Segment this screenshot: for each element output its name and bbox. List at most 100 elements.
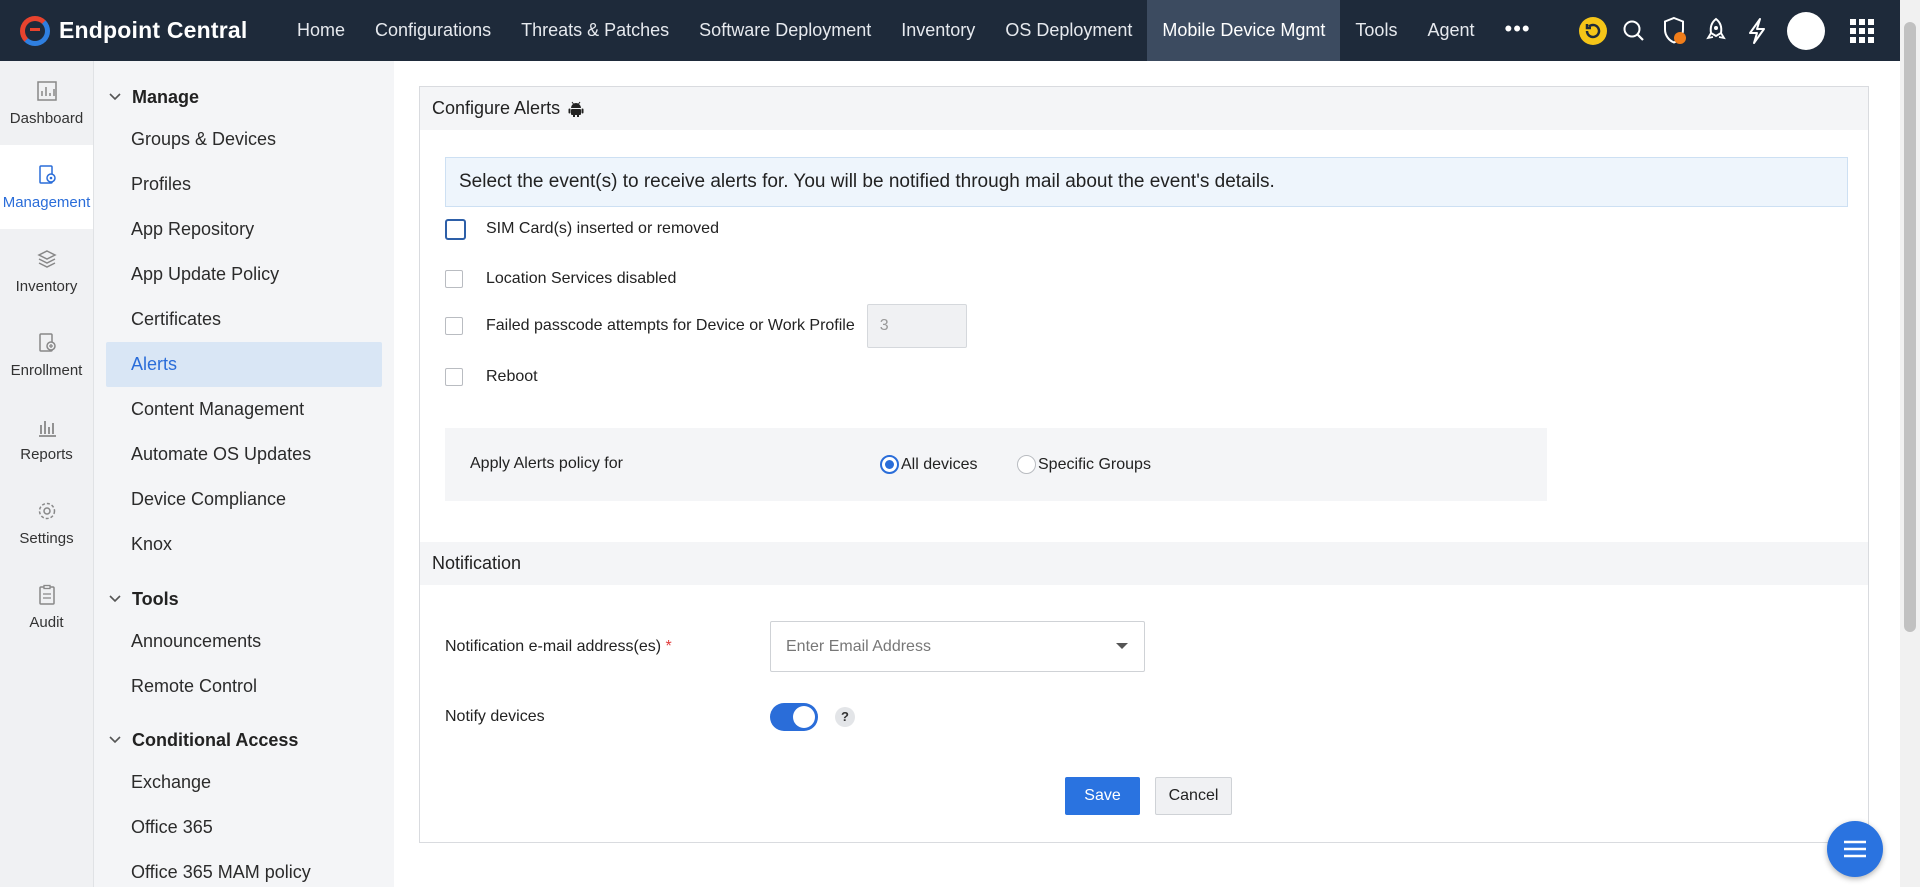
left-icon-rail: Dashboard Management Inventory Enrollmen…	[0, 61, 94, 887]
gear-icon	[38, 502, 55, 519]
sim-card-checkbox[interactable]	[445, 218, 466, 240]
label-text: Notification e-mail address(es)	[445, 638, 662, 655]
sidebar-item-office-365[interactable]: Office 365	[106, 805, 382, 850]
rail-item-reports[interactable]: Reports	[0, 397, 93, 481]
section-title: Conditional Access	[132, 729, 299, 750]
sidebar-item-knox[interactable]: Knox	[106, 522, 382, 567]
sidebar-item-announcements[interactable]: Announcements	[106, 619, 382, 664]
page-scrollbar[interactable]	[1900, 0, 1920, 887]
radio-label: Specific Groups	[1038, 455, 1151, 473]
rail-item-management[interactable]: Management	[0, 145, 93, 229]
brand-name: Endpoint Central	[59, 17, 248, 43]
event-label: Failed passcode attempts for Device or W…	[486, 317, 855, 334]
nav-threats-patches[interactable]: Threats & Patches	[506, 0, 684, 61]
failed-passcode-checkbox[interactable]	[445, 317, 463, 335]
sidebar-item-certificates[interactable]: Certificates	[106, 297, 382, 342]
sidebar-item-automate-os-updates[interactable]: Automate OS Updates	[106, 432, 382, 477]
management-icon	[38, 164, 56, 184]
reboot-checkbox[interactable]	[445, 368, 463, 386]
sidebar-item-app-repository[interactable]: App Repository	[106, 207, 382, 252]
rail-label: Reports	[20, 445, 73, 463]
refresh-badge-icon[interactable]	[1573, 11, 1613, 51]
rail-item-enrollment[interactable]: Enrollment	[0, 313, 93, 397]
radio-all-devices[interactable]: All devices	[880, 455, 977, 474]
radio-button[interactable]	[1017, 455, 1036, 474]
event-label: Reboot	[486, 368, 538, 385]
rail-item-dashboard[interactable]: Dashboard	[0, 61, 93, 145]
sidebar-item-office-365-mam-policy[interactable]: Office 365 MAM policy	[106, 850, 382, 887]
nav-configurations[interactable]: Configurations	[360, 0, 506, 61]
layers-icon	[36, 249, 57, 268]
avatar[interactable]	[1787, 11, 1825, 50]
policy-label: Apply Alerts policy for	[470, 455, 623, 472]
help-icon[interactable]: ?	[835, 707, 855, 727]
app-grid-icon[interactable]	[1842, 11, 1882, 51]
section-title: Manage	[132, 86, 200, 107]
nav-home[interactable]: Home	[282, 0, 360, 61]
radio-specific-groups[interactable]: Specific Groups	[1017, 455, 1151, 474]
lightning-icon[interactable]	[1737, 11, 1777, 51]
nav-tools[interactable]: Tools	[1340, 0, 1412, 61]
section-tools[interactable]: Tools	[94, 579, 394, 619]
nav-inventory[interactable]: Inventory	[886, 0, 990, 61]
email-field[interactable]: Enter Email Address	[770, 621, 1145, 672]
section-conditional-access[interactable]: Conditional Access	[94, 720, 394, 760]
panel-header: Configure Alerts	[420, 87, 1868, 130]
rail-item-audit[interactable]: Audit	[0, 565, 93, 649]
sidebar-item-groups-devices[interactable]: Groups & Devices	[106, 117, 382, 162]
reports-icon	[38, 420, 56, 437]
scrollbar-thumb[interactable]	[1904, 22, 1916, 632]
menu-fab-button[interactable]	[1827, 821, 1883, 877]
chevron-down-icon[interactable]	[1116, 643, 1128, 649]
page-title: Configure Alerts	[432, 98, 561, 118]
endpoint-central-logo-icon	[20, 15, 50, 46]
event-sim-card-row: SIM Card(s) inserted or removed	[445, 214, 719, 244]
info-message: Select the event(s) to receive alerts fo…	[445, 157, 1848, 207]
notify-devices-toggle[interactable]	[770, 703, 818, 731]
notify-devices-label: Notify devices	[445, 708, 545, 725]
brand[interactable]: Endpoint Central	[20, 15, 282, 46]
event-label: Location Services disabled	[486, 270, 677, 287]
sidebar-item-exchange[interactable]: Exchange	[106, 760, 382, 805]
main-nav: Home Configurations Threats & Patches So…	[282, 0, 1546, 61]
ellipsis-icon[interactable]: •••	[1490, 0, 1546, 61]
sidebar-item-profiles[interactable]: Profiles	[106, 162, 382, 207]
rail-label: Audit	[29, 613, 64, 631]
nav-os-deployment[interactable]: OS Deployment	[990, 0, 1147, 61]
rail-label: Dashboard	[9, 109, 84, 127]
sidebar-item-device-compliance[interactable]: Device Compliance	[106, 477, 382, 522]
rail-label: Inventory	[15, 277, 78, 295]
rocket-icon[interactable]	[1696, 11, 1736, 51]
sidebar-item-alerts[interactable]: Alerts	[106, 342, 382, 387]
radio-label: All devices	[901, 455, 978, 473]
main-content: Configure Alerts Select the event(s) to …	[394, 61, 1900, 887]
nav-mobile-device-mgmt[interactable]: Mobile Device Mgmt	[1147, 0, 1341, 61]
section-manage[interactable]: Manage	[94, 77, 394, 117]
sidebar-item-app-update-policy[interactable]: App Update Policy	[106, 252, 382, 297]
rail-label: Settings	[19, 529, 74, 547]
rail-item-inventory[interactable]: Inventory	[0, 229, 93, 313]
secondary-sidebar: Manage Groups & Devices Profiles App Rep…	[94, 61, 394, 887]
sidebar-item-remote-control[interactable]: Remote Control	[106, 664, 382, 709]
configure-alerts-panel: Configure Alerts Select the event(s) to …	[419, 86, 1869, 843]
rail-item-settings[interactable]: Settings	[0, 481, 93, 565]
notification-section-title: Notification	[420, 542, 1868, 585]
android-icon	[568, 101, 584, 117]
nav-agent[interactable]: Agent	[1412, 0, 1489, 61]
section-title: Tools	[132, 588, 179, 609]
sidebar-item-content-management[interactable]: Content Management	[106, 387, 382, 432]
event-location-row: Location Services disabled	[445, 264, 676, 294]
radio-button[interactable]	[880, 455, 899, 474]
chevron-down-icon	[109, 595, 121, 603]
nav-software-deployment[interactable]: Software Deployment	[684, 0, 886, 61]
location-services-checkbox[interactable]	[445, 270, 463, 288]
shield-alert-icon[interactable]	[1655, 11, 1695, 51]
chevron-down-icon	[109, 736, 121, 744]
save-button[interactable]: Save	[1065, 777, 1140, 815]
rail-label: Management	[2, 193, 91, 211]
search-icon[interactable]	[1614, 11, 1654, 51]
cancel-button[interactable]: Cancel	[1155, 777, 1232, 815]
top-navigation-bar: Endpoint Central Home Configurations Thr…	[0, 0, 1920, 61]
passcode-attempts-input[interactable]: 3	[866, 304, 967, 348]
hamburger-icon	[1844, 840, 1866, 858]
